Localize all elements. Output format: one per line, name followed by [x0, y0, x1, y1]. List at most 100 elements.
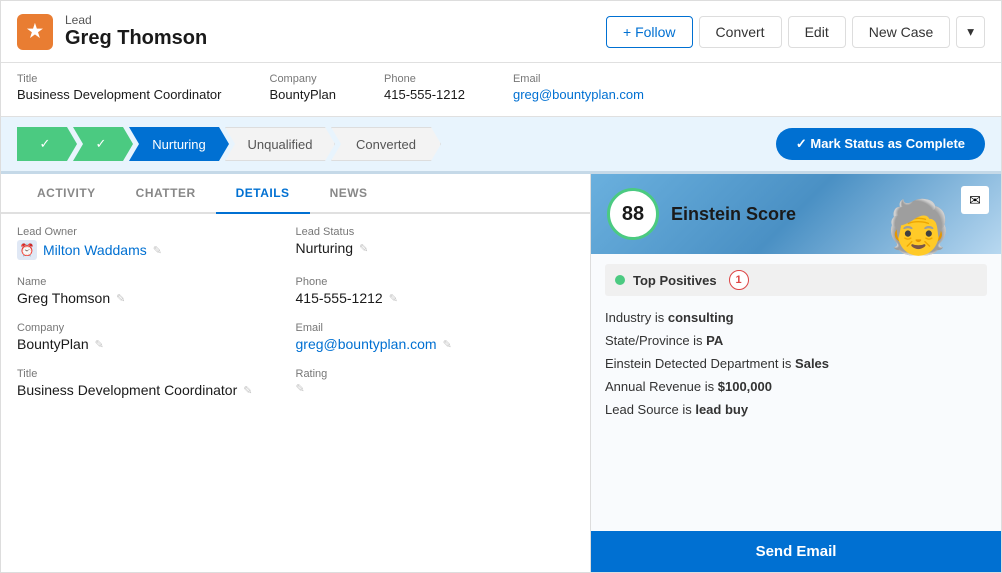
header-actions: + Follow Convert Edit New Case ▾ [606, 16, 985, 48]
detail-name: Name Greg Thomson ✎ [17, 276, 296, 306]
name-edit-icon[interactable]: ✎ [116, 292, 125, 305]
name-value: Greg Thomson ✎ [17, 290, 296, 306]
email-edit-icon[interactable]: ✎ [443, 338, 452, 351]
dropdown-button[interactable]: ▾ [956, 16, 985, 48]
tabs-bar: ACTIVITY CHATTER DETAILS NEWS [1, 174, 590, 214]
positive-bold-1: PA [706, 333, 723, 348]
rating-edit-icon[interactable]: ✎ [296, 382, 305, 395]
follow-button[interactable]: + Follow [606, 16, 693, 48]
status-step-2[interactable]: ✓ [73, 127, 133, 161]
owner-avatar-icon: ⏰ [17, 240, 37, 260]
lead-owner-label: Lead Owner [17, 226, 296, 238]
unqualified-label: Unqualified [247, 137, 312, 152]
status-step-converted[interactable]: Converted [331, 127, 441, 161]
status-bar: ✓ ✓ Nurturing Unqualified Converted ✓ Ma… [1, 117, 1001, 174]
converted-label: Converted [356, 137, 416, 152]
send-email-button[interactable]: Send Email [591, 531, 1001, 572]
email-label: Email [513, 73, 644, 85]
positive-item-4: Lead Source is lead buy [605, 398, 987, 421]
lead-status-text: Nurturing [296, 240, 354, 256]
phone-label: Phone [384, 73, 465, 85]
company-text: BountyPlan [17, 336, 89, 352]
status-step-unqualified[interactable]: Unqualified [225, 127, 335, 161]
right-panel: 88 Einstein Score ✉ 🧓 Top Positives 1 In… [591, 174, 1001, 572]
status-step-nurturing[interactable]: Nurturing [129, 127, 229, 161]
positive-item-3: Annual Revenue is $100,000 [605, 375, 987, 398]
phone-detail-label: Phone [296, 276, 575, 288]
rating-value: ✎ [296, 382, 575, 395]
title-detail-label: Title [17, 368, 296, 380]
owner-name[interactable]: Milton Waddams [43, 242, 147, 258]
status-steps: ✓ ✓ Nurturing Unqualified Converted [17, 127, 764, 161]
tab-news[interactable]: NEWS [310, 174, 388, 214]
company-detail-label: Company [17, 322, 296, 334]
detail-title: Title Business Development Coordinator ✎ [17, 368, 296, 398]
left-panel: ACTIVITY CHATTER DETAILS NEWS Lead Owner… [1, 174, 591, 572]
detail-phone: Phone 415-555-1212 ✎ [296, 276, 575, 306]
positive-bold-2: Sales [795, 356, 829, 371]
meta-email: Email greg@bountyplan.com [513, 73, 644, 102]
positive-bold-4: lead buy [695, 402, 748, 417]
details-panel: Lead Owner ⏰ Milton Waddams ✎ Lead Statu… [1, 214, 590, 572]
title-text: Business Development Coordinator [17, 382, 237, 398]
detail-row-title-rating: Title Business Development Coordinator ✎… [17, 368, 574, 398]
tab-details[interactable]: DETAILS [216, 174, 310, 214]
lead-owner-edit-icon[interactable]: ✎ [153, 244, 162, 257]
positive-item-1: State/Province is PA [605, 329, 987, 352]
einstein-header: 88 Einstein Score ✉ 🧓 [591, 174, 1001, 254]
einstein-avatar: 🧓 [886, 202, 951, 254]
title-label: Title [17, 73, 222, 85]
lead-owner-value: ⏰ Milton Waddams ✎ [17, 240, 296, 260]
phone-text: 415-555-1212 [296, 290, 383, 306]
badge-count: 1 [729, 270, 749, 290]
detail-row-owner-status: Lead Owner ⏰ Milton Waddams ✎ Lead Statu… [17, 226, 574, 260]
detail-email: Email greg@bountyplan.com ✎ [296, 322, 575, 352]
email-link[interactable]: greg@bountyplan.com [513, 87, 644, 102]
tab-chatter[interactable]: CHATTER [116, 174, 216, 214]
detail-lead-owner: Lead Owner ⏰ Milton Waddams ✎ [17, 226, 296, 260]
status-step-1[interactable]: ✓ [17, 127, 77, 161]
name-label: Name [17, 276, 296, 288]
meta-bar: Title Business Development Coordinator C… [1, 63, 1001, 117]
meta-phone: Phone 415-555-1212 [384, 73, 465, 102]
phone-edit-icon[interactable]: ✎ [389, 292, 398, 305]
mark-complete-button[interactable]: ✓ Mark Status as Complete [776, 128, 985, 160]
email-detail-label: Email [296, 322, 575, 334]
rating-label: Rating [296, 368, 575, 380]
header-left: ★ Lead Greg Thomson [17, 13, 207, 50]
phone-value: 415-555-1212 [384, 87, 465, 102]
positive-item-0: Industry is consulting [605, 306, 987, 329]
header-title-block: Lead Greg Thomson [65, 13, 207, 50]
detail-lead-status: Lead Status Nurturing ✎ [296, 226, 575, 260]
edit-button[interactable]: Edit [788, 16, 846, 48]
company-value: BountyPlan [270, 87, 337, 102]
company-label: Company [270, 73, 337, 85]
positive-item-2: Einstein Detected Department is Sales [605, 352, 987, 375]
einstein-mail-icon[interactable]: ✉ [961, 186, 989, 214]
title-edit-icon[interactable]: ✎ [243, 384, 252, 397]
email-detail-link[interactable]: greg@bountyplan.com [296, 336, 437, 352]
title-detail-value: Business Development Coordinator ✎ [17, 382, 296, 398]
new-case-button[interactable]: New Case [852, 16, 951, 48]
lead-status-edit-icon[interactable]: ✎ [359, 242, 368, 255]
lead-status-value: Nurturing ✎ [296, 240, 575, 256]
positive-bold-3: $100,000 [718, 379, 772, 394]
lead-type-label: Lead [65, 13, 207, 27]
email-detail-value: greg@bountyplan.com ✎ [296, 336, 575, 352]
convert-button[interactable]: Convert [699, 16, 782, 48]
meta-title: Title Business Development Coordinator [17, 73, 222, 102]
detail-row-company-email: Company BountyPlan ✎ Email greg@bountypl… [17, 322, 574, 352]
positives-header: Top Positives 1 [605, 264, 987, 296]
tab-activity[interactable]: ACTIVITY [17, 174, 116, 214]
name-text: Greg Thomson [17, 290, 110, 306]
main-content: ACTIVITY CHATTER DETAILS NEWS Lead Owner… [1, 174, 1001, 572]
detail-company: Company BountyPlan ✎ [17, 322, 296, 352]
title-value: Business Development Coordinator [17, 87, 222, 102]
nurturing-label: Nurturing [152, 137, 205, 152]
einstein-score-circle: 88 [607, 188, 659, 240]
positives-label: Top Positives [633, 273, 717, 288]
meta-company: Company BountyPlan [270, 73, 337, 102]
check-icon-2: ✓ [96, 136, 107, 152]
company-edit-icon[interactable]: ✎ [95, 338, 104, 351]
positive-bold-0: consulting [668, 310, 734, 325]
